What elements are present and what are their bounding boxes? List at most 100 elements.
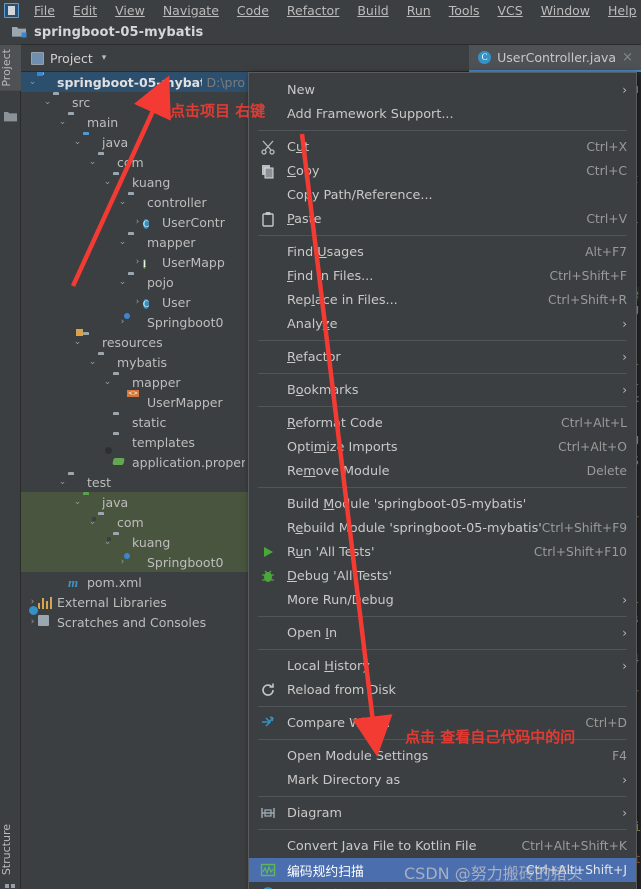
tree-expand-arrow[interactable]: ⌄ — [117, 232, 128, 252]
structure-strip-icon[interactable] — [4, 878, 17, 889]
menu-item-open-in[interactable]: Open In › — [249, 621, 636, 645]
tree-node-static[interactable]: › static — [21, 412, 248, 432]
tree-node-mapper[interactable]: ⌄ mapper — [21, 232, 248, 252]
tree-node-scratches-and-consoles[interactable]: › Scratches and Consoles — [21, 612, 248, 632]
package-icon — [107, 535, 128, 550]
copy-icon — [260, 163, 276, 179]
tree-expand-arrow[interactable]: › — [132, 292, 143, 312]
menu-item-local-history[interactable]: Local History › — [249, 654, 636, 678]
folder-strip-icon[interactable] — [4, 107, 17, 122]
menu-build[interactable]: Build — [348, 3, 397, 18]
menu-item-rebuild-module-springboot-05-mybatis[interactable]: Rebuild Module 'springboot-05-mybatis' Ct… — [249, 516, 636, 540]
tree-node-springboot0[interactable]: › Springboot0 — [21, 552, 248, 572]
tree-expand-arrow[interactable]: ⌄ — [102, 172, 113, 192]
editor-tab-usercontroller[interactable]: C UserController.java × — [469, 45, 641, 72]
menu-item-refactor[interactable]: Refactor › — [249, 345, 636, 369]
menu-item-diagram[interactable]: Diagram › — [249, 801, 636, 825]
menu-item-find-usages[interactable]: Find Usages Alt+F7 — [249, 240, 636, 264]
tree-expand-arrow[interactable]: ⌄ — [87, 152, 98, 172]
menu-item-mark-directory-as[interactable]: Mark Directory as › — [249, 768, 636, 792]
tree-node-test[interactable]: ⌄ test — [21, 472, 248, 492]
tree-node-controller[interactable]: ⌄ controller — [21, 192, 248, 212]
menu-item-shortcut: Ctrl+D — [585, 716, 627, 730]
tree-expand-arrow[interactable]: ⌄ — [117, 192, 128, 212]
project-view-label[interactable]: Project — [50, 51, 93, 66]
tree-node-pom-xml[interactable]: ›m pom.xml — [21, 572, 248, 592]
tree-expand-arrow[interactable]: ⌄ — [57, 112, 68, 132]
tree-node-kuang[interactable]: ⌄ kuang — [21, 532, 248, 552]
menu-edit[interactable]: Edit — [64, 3, 106, 18]
menu-item-convert-java-file-to-kotlin-file[interactable]: Convert Java File to Kotlin File Ctrl+Alt… — [249, 834, 636, 858]
tree-node-com[interactable]: ⌄ com — [21, 512, 248, 532]
tree-node-springboot-05-mybatis[interactable]: ⌄springboot-05-mybatisD:\pro — [21, 72, 248, 92]
tree-node-kuang[interactable]: ⌄ kuang — [21, 172, 248, 192]
tree-node-usermapp[interactable]: › I UserMapp — [21, 252, 248, 272]
tree-node-java[interactable]: ⌄ java — [21, 132, 248, 152]
tree-node-springboot0[interactable]: › Springboot0 — [21, 312, 248, 332]
tree-node-usercontr[interactable]: › C UserContr — [21, 212, 248, 232]
menu-item-debug-all-tests[interactable]: Debug 'All Tests' — [249, 564, 636, 588]
tree-expand-arrow[interactable]: › — [57, 572, 68, 592]
tree-expand-arrow[interactable]: ⌄ — [102, 532, 113, 552]
menu-item-find-in-files[interactable]: Find in Files... Ctrl+Shift+F — [249, 264, 636, 288]
tree-node-usermapper[interactable]: ›UserMapper — [21, 392, 248, 412]
menu-window[interactable]: Window — [532, 3, 599, 18]
menu-item-optimize-imports[interactable]: Optimize Imports Ctrl+Alt+O — [249, 435, 636, 459]
tree-expand-arrow[interactable]: ⌄ — [72, 132, 83, 152]
navigation-bar-title[interactable]: springboot-05-mybatis — [34, 25, 203, 40]
menu-item-replace-in-files[interactable]: Replace in Files... Ctrl+Shift+R — [249, 288, 636, 312]
menu-vcs[interactable]: VCS — [489, 3, 532, 18]
menu-run[interactable]: Run — [398, 3, 440, 18]
tree-node-application-propert[interactable]: › application.propert — [21, 452, 248, 472]
project-context-menu[interactable]: New › Add Framework Support... Cut Ctrl+X Cop… — [248, 72, 637, 889]
tree-node-com[interactable]: ⌄ com — [21, 152, 248, 172]
menu-item-add-framework-support[interactable]: Add Framework Support... — [249, 102, 636, 126]
menu-code[interactable]: Code — [228, 3, 278, 18]
tree-expand-arrow[interactable]: › — [132, 212, 143, 232]
tree-node-resources[interactable]: ⌄ resources — [21, 328, 248, 352]
tree-expand-arrow[interactable]: ⌄ — [72, 492, 83, 512]
menu-item-copy-path-reference[interactable]: Copy Path/Reference... — [249, 183, 636, 207]
sidebar-tab-structure[interactable]: Structure — [0, 820, 21, 879]
reload-refresh-icon — [260, 682, 276, 698]
menu-item-more-run-debug[interactable]: More Run/Debug › — [249, 588, 636, 612]
tree-expand-arrow[interactable]: ⌄ — [117, 272, 128, 292]
close-icon[interactable]: × — [622, 50, 633, 65]
chevron-down-icon[interactable]: ▾ — [102, 53, 107, 63]
menu-item-cut[interactable]: Cut Ctrl+X — [249, 135, 636, 159]
tree-expand-arrow[interactable]: ⌄ — [102, 372, 113, 392]
menu-help[interactable]: Help — [599, 3, 641, 18]
menu-item-new[interactable]: New › — [249, 78, 636, 102]
tree-node-java[interactable]: ⌄ java — [21, 492, 248, 512]
tree-node-templates[interactable]: ›templates — [21, 432, 248, 452]
tree-node-pojo[interactable]: ⌄ pojo — [21, 272, 248, 292]
tree-expand-arrow[interactable]: ⌄ — [87, 512, 98, 532]
tree-expand-arrow[interactable]: ⌄ — [42, 92, 53, 112]
menu-item-build-module-springboot-05-mybatis[interactable]: Build Module 'springboot-05-mybatis' — [249, 492, 636, 516]
menu-view[interactable]: View — [106, 3, 154, 18]
tree-expand-arrow[interactable]: › — [132, 252, 143, 272]
menu-refactor[interactable]: Refactor — [278, 3, 348, 18]
folder-icon — [113, 375, 128, 390]
project-tree[interactable]: ⌄springboot-05-mybatisD:\pro⌄src⌄main⌄ja… — [21, 72, 248, 889]
menu-item-bookmarks[interactable]: Bookmarks › — [249, 378, 636, 402]
menu-item-run-all-tests[interactable]: Run 'All Tests' Ctrl+Shift+F10 — [249, 540, 636, 564]
tree-expand-arrow[interactable]: › — [102, 412, 113, 432]
menu-file[interactable]: File — [25, 3, 64, 18]
menu-item-reformat-code[interactable]: Reformat Code Ctrl+Alt+L — [249, 411, 636, 435]
menu-tools[interactable]: Tools — [440, 3, 489, 18]
menu-navigate[interactable]: Navigate — [154, 3, 228, 18]
tree-node-mybatis[interactable]: ⌄ mybatis — [21, 352, 248, 372]
tree-expand-arrow[interactable]: ⌄ — [87, 352, 98, 372]
sidebar-tab-project[interactable]: Project — [0, 45, 21, 91]
menu-item-reload-from-disk[interactable]: Reload from Disk — [249, 678, 636, 702]
menu-item-analyze[interactable]: Analyze › — [249, 312, 636, 336]
tree-expand-arrow[interactable]: › — [102, 452, 113, 472]
menu-item-open-module-settings[interactable]: Open Module Settings F4 — [249, 744, 636, 768]
tree-node-user[interactable]: › C User — [21, 292, 248, 312]
tree-node-external-libraries[interactable]: › External Libraries — [21, 592, 248, 612]
menu-item-remove-module[interactable]: Remove Module Delete — [249, 459, 636, 483]
menu-item-paste[interactable]: Paste Ctrl+V — [249, 207, 636, 231]
tree-expand-arrow[interactable]: ⌄ — [57, 472, 68, 492]
menu-item-copy[interactable]: Copy Ctrl+C — [249, 159, 636, 183]
